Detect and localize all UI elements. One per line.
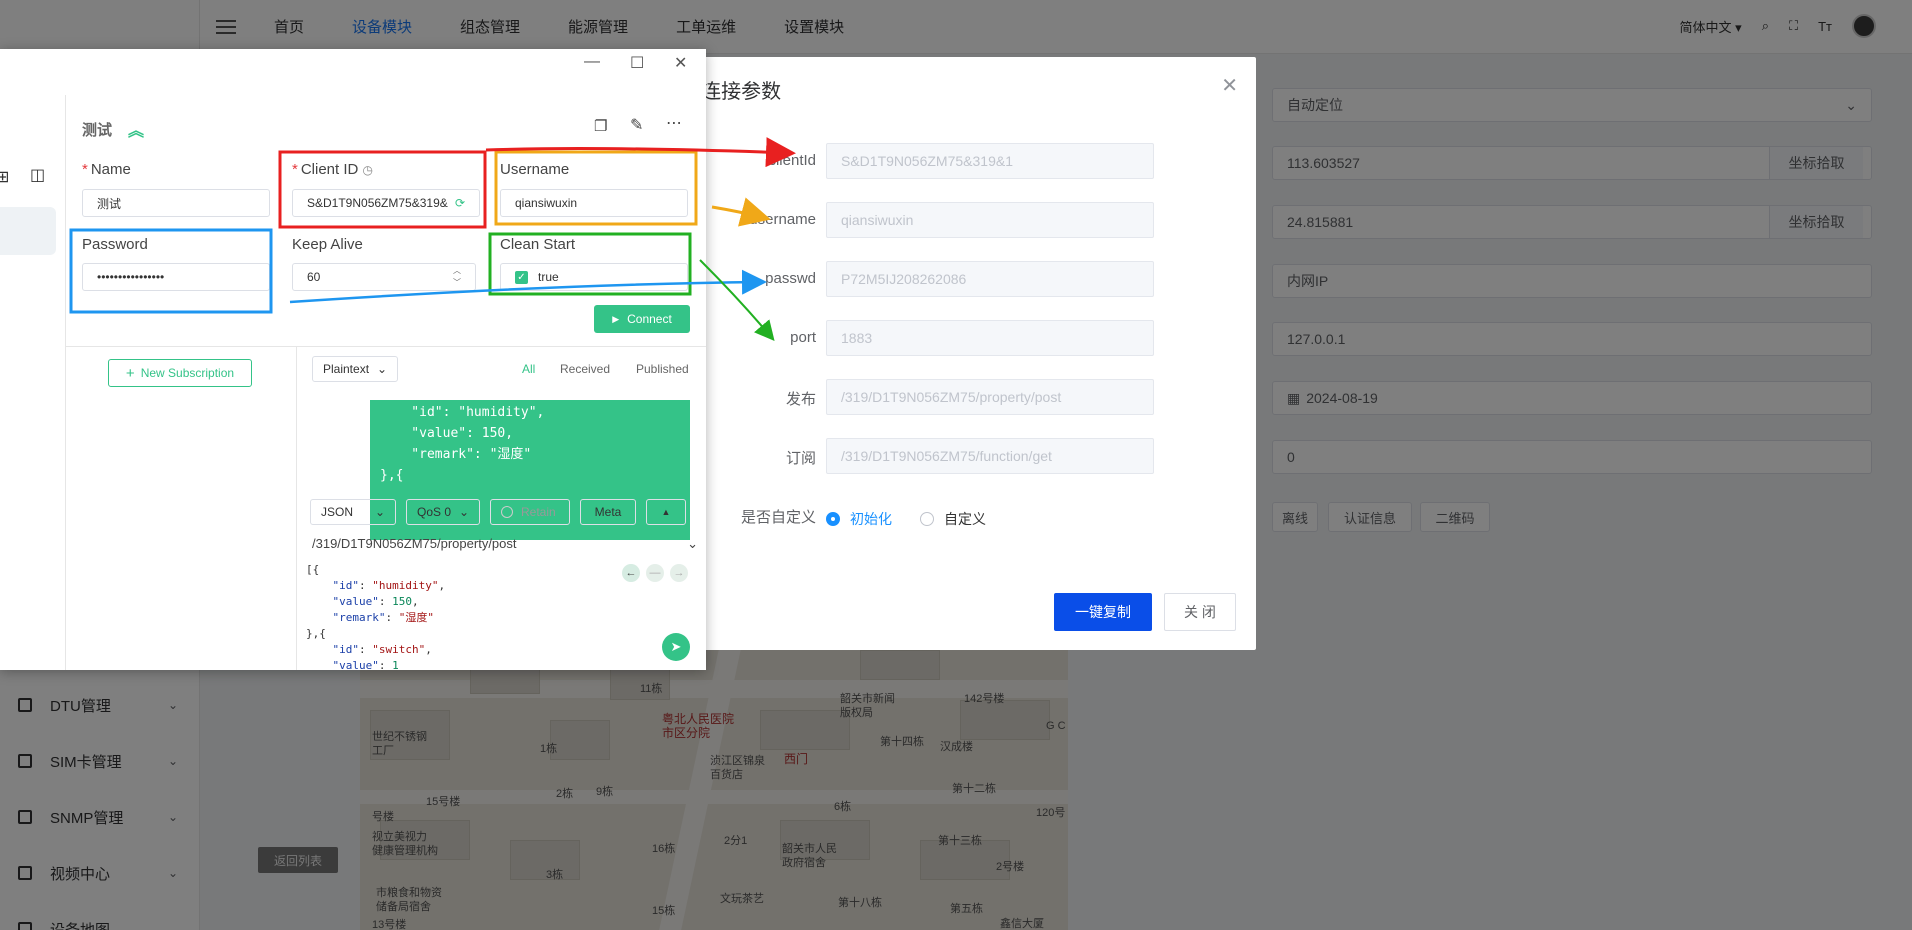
name-input[interactable]: 测试: [82, 189, 270, 217]
payload-type-select[interactable]: JSON ⌄: [310, 499, 396, 525]
checkbox-checked-icon: ✓: [515, 270, 528, 284]
radio-init[interactable]: 初始化: [826, 509, 892, 529]
copy-all-button[interactable]: 一键复制: [1054, 593, 1152, 631]
payload-editor[interactable]: [{ "id": "humidity", "value": 150, "rema…: [306, 562, 700, 670]
name-label: * Name: [82, 161, 131, 178]
toggle-panel-icon[interactable]: ◫: [30, 165, 45, 185]
stepper-arrows-icon[interactable]: ︿ ﹀: [453, 265, 461, 289]
client-id-input[interactable]: S&D1T9N056ZM75&319& ⟳: [292, 189, 480, 217]
expand-up-icon[interactable]: ▲: [646, 499, 686, 525]
meta-button[interactable]: Meta: [580, 499, 636, 525]
collapse-up-icon[interactable]: ︽: [128, 117, 144, 141]
filter-published-tab[interactable]: Published: [636, 362, 689, 376]
history-clear-icon[interactable]: —: [646, 564, 664, 582]
send-icon[interactable]: ➤: [662, 633, 690, 661]
new-connection-icon[interactable]: ⊞: [0, 167, 9, 187]
keepalive-label: Keep Alive: [292, 236, 363, 253]
password-input[interactable]: ••••••••••••••••: [82, 263, 270, 291]
plus-icon: +: [125, 364, 135, 382]
format-select[interactable]: Plaintext ⌄: [312, 356, 398, 382]
cleanstart-label: Clean Start: [500, 236, 576, 253]
client-id-label: * Client ID ◷: [292, 161, 374, 178]
keepalive-stepper[interactable]: 60 ︿ ﹀: [292, 263, 476, 291]
passwd-field[interactable]: P72M5IJ208262086: [826, 261, 1154, 297]
port-field[interactable]: 1883: [826, 320, 1154, 356]
subscribe-topic-field[interactable]: /319/D1T9N056ZM75/function/get: [826, 438, 1154, 474]
password-label: Password: [82, 236, 148, 253]
username-field[interactable]: qiansiwuxin: [826, 202, 1154, 238]
history-forward-icon[interactable]: →: [670, 564, 688, 582]
chevron-down-icon: ⌄: [374, 505, 385, 519]
new-subscription-button[interactable]: + New Subscription: [108, 359, 252, 387]
connections-sidebar: ⊞ ◫: [0, 95, 66, 670]
mqttx-window: — ☐ ✕ ⊞ ◫ 测试 ︽ ❐ ✎ ⋯ * Name 测试 * Client ID…: [0, 49, 706, 670]
more-icon[interactable]: ⋯: [666, 113, 683, 133]
retain-checkbox[interactable]: Retain: [490, 499, 570, 525]
username-label: Username: [500, 161, 570, 178]
close-icon[interactable]: ✕: [1221, 73, 1238, 98]
radio-dot-icon: [920, 512, 934, 526]
close-icon[interactable]: ✕: [674, 53, 687, 73]
retain-radio-icon: [501, 506, 513, 518]
chevron-down-icon: ⌄: [458, 505, 469, 519]
topic-input[interactable]: /319/D1T9N056ZM75/property/post ⌄: [312, 536, 698, 552]
history-back-icon[interactable]: ←: [622, 564, 640, 582]
clientid-field[interactable]: S&D1T9N056ZM75&319&1: [826, 143, 1154, 179]
connect-button[interactable]: ▶ Connect: [594, 305, 690, 333]
divider: [66, 346, 706, 347]
radio-custom[interactable]: 自定义: [920, 509, 986, 529]
divider: [296, 347, 297, 670]
filter-received-tab[interactable]: Received: [560, 362, 610, 376]
qos-select[interactable]: QoS 0 ⌄: [406, 499, 480, 525]
refresh-icon[interactable]: ⟳: [455, 196, 465, 210]
play-icon: ▶: [612, 313, 620, 324]
minimize-icon[interactable]: —: [584, 53, 600, 71]
history-icon: ◷: [362, 163, 374, 177]
radio-dot-icon: [826, 512, 840, 526]
edit-icon[interactable]: ✎: [630, 115, 643, 135]
connection-list-item[interactable]: [0, 207, 56, 255]
maximize-icon[interactable]: ☐: [630, 53, 644, 73]
chevron-down-icon: ⌄: [687, 536, 698, 551]
connection-title: 测试: [82, 122, 113, 139]
publish-topic-field[interactable]: /319/D1T9N056ZM75/property/post: [826, 379, 1154, 415]
filter-all-tab[interactable]: All: [522, 362, 535, 376]
username-input[interactable]: qiansiwuxin: [500, 189, 688, 217]
comment-icon[interactable]: ❐: [594, 117, 607, 135]
mqtt-params-dialog: tt连接参数 ✕ clientId S&D1T9N056ZM75&319&1 u…: [680, 57, 1256, 650]
close-button[interactable]: 关 闭: [1164, 593, 1236, 631]
chevron-down-icon: ⌄: [376, 362, 387, 376]
cleanstart-checkbox[interactable]: ✓ true: [500, 263, 688, 291]
